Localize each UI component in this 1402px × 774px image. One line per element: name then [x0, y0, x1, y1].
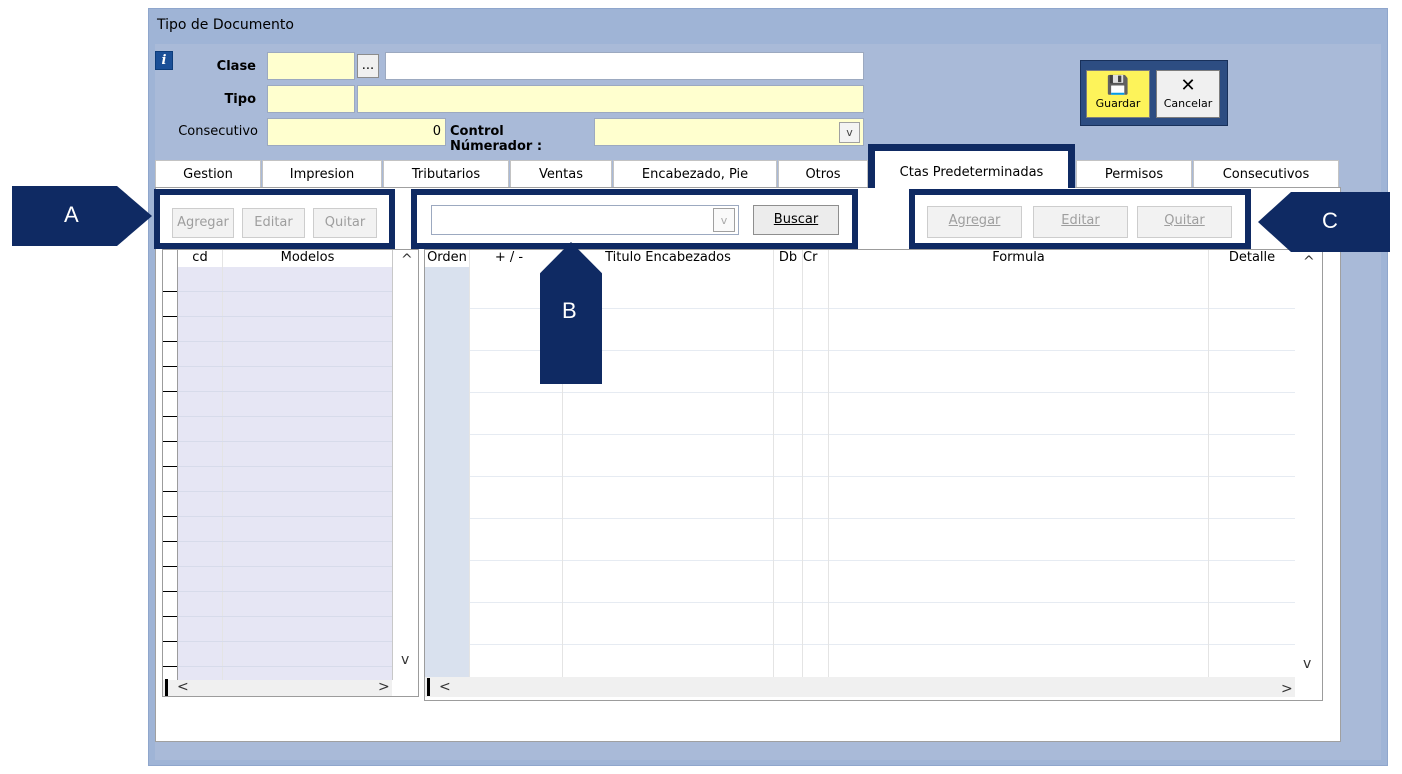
callout-a: A [12, 186, 152, 246]
row-markers [163, 267, 177, 680]
column-header-plus-minus[interactable]: + / - [470, 250, 548, 267]
save-button[interactable]: 💾 Guardar [1086, 70, 1150, 118]
scroll-right-icon[interactable]: > [1281, 681, 1293, 697]
floppy-disk-icon: 💾 [1106, 75, 1130, 96]
scroll-down-icon[interactable]: v [1303, 656, 1311, 672]
right-add-button[interactable]: Agregar [927, 206, 1022, 238]
close-icon: ✕ [1180, 75, 1196, 96]
column-header-db[interactable]: Db [774, 250, 802, 267]
clase-description-input[interactable] [385, 52, 864, 80]
tipo-description-input[interactable] [357, 85, 864, 113]
scroll-left-icon[interactable]: < [177, 679, 189, 695]
orden-column-body [425, 267, 469, 677]
horizontal-scrollbar[interactable] [425, 677, 1295, 697]
clase-label: Clase [216, 59, 256, 74]
scroll-left-icon[interactable]: < [439, 679, 451, 695]
left-edit-button[interactable]: Editar [242, 208, 305, 238]
tab-encabezado-pie[interactable]: Encabezado, Pie [613, 160, 777, 188]
consecutivo-input[interactable]: 0 [267, 118, 446, 146]
column-header-titulo-encabezados[interactable]: Titulo Encabezados [563, 250, 773, 267]
control-numerador-select[interactable] [594, 118, 864, 146]
window-title: Tipo de Documento [157, 17, 294, 33]
tab-permisos[interactable]: Permisos [1076, 160, 1192, 188]
row-lines [178, 267, 392, 680]
tab-ctas-predeterminadas[interactable]: Ctas Predeterminadas [868, 144, 1075, 188]
cancel-button[interactable]: ✕ Cancelar [1156, 70, 1220, 118]
scroll-down-icon[interactable]: v [401, 652, 409, 668]
scroll-right-icon[interactable]: > [378, 679, 390, 695]
tab-otros[interactable]: Otros [778, 160, 868, 188]
column-header-cr[interactable]: Cr [803, 250, 828, 267]
column-header-cd[interactable]: cd [178, 250, 222, 267]
chevron-down-icon[interactable]: v [713, 208, 735, 232]
horizontal-scrollbar[interactable] [163, 680, 392, 696]
tipo-code-input[interactable] [267, 85, 355, 113]
scroll-up-icon[interactable]: ^ [1303, 254, 1315, 270]
tab-consecutivos[interactable]: Consecutivos [1193, 160, 1339, 188]
tab-tributarios[interactable]: Tributarios [383, 160, 509, 188]
tipo-label: Tipo [224, 92, 256, 107]
control-numerador-label: Control Númerador : [450, 124, 543, 154]
left-add-button[interactable]: Agregar [172, 208, 234, 238]
callout-c-label: C [1322, 208, 1338, 233]
tab-impresion[interactable]: Impresion [262, 160, 382, 188]
clase-browse-button[interactable]: ... [357, 54, 379, 78]
callout-b-label: B [562, 298, 577, 323]
column-header-orden[interactable]: Orden [425, 250, 469, 267]
callout-a-label: A [64, 202, 79, 227]
models-grid[interactable]: cd Modelos ^ v < > [162, 249, 419, 697]
right-edit-button[interactable]: Editar [1033, 206, 1128, 238]
chevron-down-icon[interactable]: v [839, 122, 860, 143]
left-remove-button[interactable]: Quitar [313, 208, 377, 238]
column-header-formula[interactable]: Formula [829, 250, 1208, 267]
search-select[interactable] [431, 205, 739, 235]
tab-gestion[interactable]: Gestion [155, 160, 261, 188]
info-icon[interactable]: i [155, 51, 173, 70]
column-header-detalle[interactable]: Detalle [1209, 250, 1295, 267]
scroll-up-icon[interactable]: ^ [401, 252, 413, 268]
clase-code-input[interactable] [267, 52, 355, 80]
column-header-modelos[interactable]: Modelos [223, 250, 392, 267]
consecutivo-label: Consecutivo [178, 124, 258, 139]
tab-ventas[interactable]: Ventas [510, 160, 612, 188]
right-remove-button[interactable]: Quitar [1137, 206, 1232, 238]
cancel-button-label: Cancelar [1163, 97, 1213, 110]
save-button-label: Guardar [1095, 97, 1141, 110]
search-button[interactable]: Buscar [753, 205, 839, 235]
